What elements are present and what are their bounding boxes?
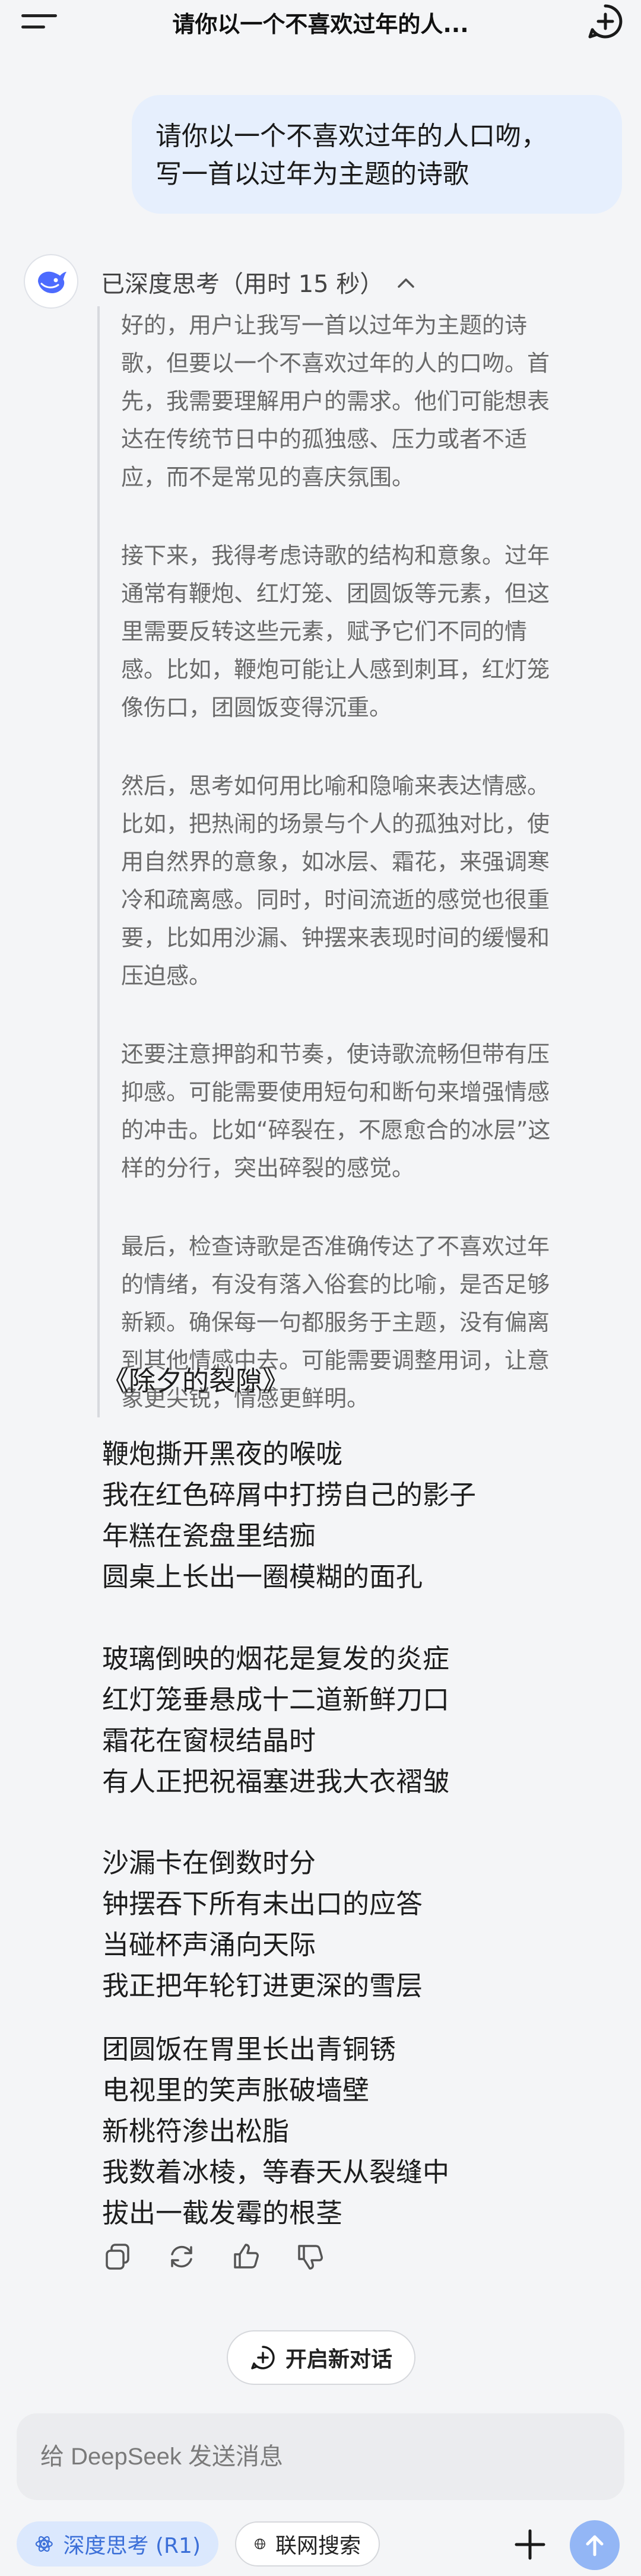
new-chat-button[interactable]: 开启新对话 (227, 2330, 415, 2385)
reasoning-paragraph: 接下来，我得考虑诗歌的结构和意象。过年 通常有鞭炮、红灯笼、团圆饭等元素，但这 … (121, 537, 617, 727)
deep-think-toggle[interactable]: 已深度思考（用时 15 秒） (101, 265, 417, 299)
atom-icon (35, 2536, 53, 2552)
reasoning-line: 的冲击。比如“碎裂在，不愿愈合的冰层”这 (121, 1117, 551, 1143)
message-actions (101, 2240, 326, 2273)
poem-line: 有人正把祝福塞进我大衣褶皱 (102, 1766, 450, 1797)
deepseek-whale-icon (38, 271, 66, 293)
reasoning-line: 通常有鞭炮、红灯笼、团圆饭等元素，但这 (121, 580, 550, 607)
user-message-bubble: 请你以一个不喜欢过年的人口吻， 写一首以过年为主题的诗歌 (132, 95, 622, 214)
reasoning-line: 比如，把热闹的场景与个人的孤独对比，使 (121, 811, 550, 837)
new-chat-icon (251, 2346, 275, 2369)
poem-line: 团圆饭在胃里长出青铜锈 (102, 2033, 396, 2065)
reasoning-line: 的情绪，有没有落入俗套的比喻，是否足够 (121, 1271, 550, 1297)
poem-stanza: 玻璃倒映的烟花是复发的炎症 红灯笼垂悬成十二道新鲜刀口 霜花在窗棂结晶时 有人正… (102, 1638, 449, 1802)
reasoning-line: 接下来，我得考虑诗歌的结构和意象。过年 (121, 543, 550, 569)
reasoning-paragraph: 还要注意押韵和节奏，使诗歌流畅但带有压 抑感。可能需要使用短句和断句来增强情感 … (121, 1035, 617, 1187)
poem-line: 霜花在窗棂结晶时 (102, 1725, 316, 1756)
poem-line: 玻璃倒映的烟花是复发的炎症 (102, 1643, 450, 1674)
menu-icon[interactable] (21, 5, 64, 38)
poem-title: 《除夕的裂隙》 (102, 1365, 290, 1397)
reasoning-line: 样的分行，突出碎裂的感觉。 (121, 1155, 415, 1181)
reasoning-line: 像伤口，团圆饭变得沉重。 (121, 694, 392, 721)
chevron-up-icon (398, 278, 415, 288)
poem-line: 我正把年轮钉进更深的雪层 (102, 1970, 423, 2001)
poem-line: 红灯笼垂悬成十二道新鲜刀口 (102, 1684, 450, 1715)
poem-line: 我数着冰棱，等春天从裂缝中 (102, 2156, 450, 2188)
reasoning-line: 用自然界的意象，如冰层、霜花，来强调寒 (121, 849, 550, 875)
reasoning-line: 感。比如，鞭炮可能让人感到刺耳，红灯笼 (121, 656, 550, 683)
globe-icon (255, 2539, 265, 2549)
copy-icon[interactable] (101, 2240, 134, 2273)
poem-stanza: 团圆饭在胃里长出青铜锈 电视里的笑声胀破墙壁 新桃符渗出松脂 我数着冰棱，等春天… (102, 2029, 449, 2234)
reasoning-line: 里需要反转这些元素，赋予它们不同的情 (121, 618, 528, 645)
web-search-button[interactable]: 联网搜索 (235, 2521, 380, 2567)
poem-line: 拔出一截发霉的根茎 (102, 2197, 343, 2229)
new-chat-label: 开启新对话 (285, 2347, 392, 2372)
deep-think-label: 已深度思考（用时 15 秒） (101, 271, 384, 298)
poem-line: 我在红色碎屑中打捞自己的影子 (102, 1479, 477, 1511)
reasoning-line: 还要注意押韵和节奏，使诗歌流畅但带有压 (121, 1041, 550, 1067)
thumbs-up-icon[interactable] (229, 2240, 262, 2273)
reasoning-line: 歌，但要以一个不喜欢过年的人的口吻。首 (121, 350, 550, 376)
poem-stanza: 鞭炮撕开黑夜的喉咙 我在红色碎屑中打捞自己的影子 年糕在瓷盘里结痂 圆桌上长出一… (102, 1433, 476, 1597)
user-message-line: 写一首以过年为主题的诗歌 (156, 159, 469, 189)
thumbs-down-icon[interactable] (293, 2240, 326, 2273)
plus-icon[interactable] (509, 2524, 551, 2565)
poem-line: 钟摆吞下所有未出口的应答 (102, 1888, 423, 1920)
reasoning-line: 抑感。可能需要使用短句和断句来增强情感 (121, 1079, 550, 1105)
reasoning-line: 压迫感。 (121, 963, 212, 989)
send-button[interactable] (570, 2520, 620, 2570)
poem-line: 圆桌上长出一圈模糊的面孔 (102, 1561, 423, 1592)
reasoning-paragraph: 好的，用户让我写一首以过年为主题的诗 歌，但要以一个不喜欢过年的人的口吻。首 先… (121, 306, 617, 496)
message-input[interactable] (17, 2413, 624, 2500)
chat-page: 请你以一个不喜欢过年的人... 请你以一个不喜欢过年的人口吻， 写一首以过年为主… (0, 0, 641, 2576)
new-chat-icon[interactable] (586, 2, 624, 40)
reasoning-line: 先，我需要理解用户的需求。他们可能想表 (121, 388, 550, 414)
poem-line: 年糕在瓷盘里结痂 (102, 1520, 316, 1552)
poem-line: 新桃符渗出松脂 (102, 2115, 290, 2147)
deep-think-button[interactable]: 深度思考 (R1) (17, 2521, 218, 2567)
reasoning-line: 新颖。确保每一句都服务于主题，没有偏离 (121, 1309, 550, 1335)
reasoning-line: 最后，检查诗歌是否准确传达了不喜欢过年 (121, 1233, 550, 1260)
arrow-up-icon (586, 2535, 604, 2556)
reasoning-line: 冷和疏离感。同时，时间流逝的感觉也很重 (121, 887, 550, 913)
top-bar: 请你以一个不喜欢过年的人... (0, 0, 641, 51)
poem-line: 当碰杯声涌向天际 (102, 1929, 316, 1960)
conversation-title: 请你以一个不喜欢过年的人... (172, 11, 469, 37)
poem-stanza: 沙漏卡在倒数时分 钟摆吞下所有未出口的应答 当碰杯声涌向天际 我正把年轮钉进更深… (102, 1842, 423, 2006)
reasoning-line: 应，而不是常见的喜庆氛围。 (121, 464, 415, 490)
user-message-line: 请你以一个不喜欢过年的人口吻， (156, 121, 547, 151)
poem-line: 鞭炮撕开黑夜的喉咙 (102, 1438, 343, 1470)
poem-line: 沙漏卡在倒数时分 (102, 1847, 316, 1879)
reasoning-line: 要，比如用沙漏、钟摆来表现时间的缓慢和 (121, 925, 550, 951)
reasoning-line: 然后，思考如何用比喻和隐喻来表达情感。 (121, 773, 550, 799)
regenerate-icon[interactable] (165, 2240, 198, 2273)
reasoning-line: 好的，用户让我写一首以过年为主题的诗 (121, 312, 528, 338)
reasoning-line: 达在传统节日中的孤独感、压力或者不适 (121, 426, 528, 452)
web-search-button-label: 联网搜索 (275, 2534, 361, 2558)
reasoning-block: 好的，用户让我写一首以过年为主题的诗 歌，但要以一个不喜欢过年的人的口吻。首 先… (97, 306, 617, 1417)
deepseek-avatar (24, 254, 78, 309)
poem-line: 电视里的笑声胀破墙壁 (102, 2074, 370, 2106)
reasoning-paragraph: 然后，思考如何用比喻和隐喻来表达情感。 比如，把热闹的场景与个人的孤独对比，使 … (121, 767, 617, 995)
deep-think-button-label: 深度思考 (R1) (63, 2534, 201, 2558)
